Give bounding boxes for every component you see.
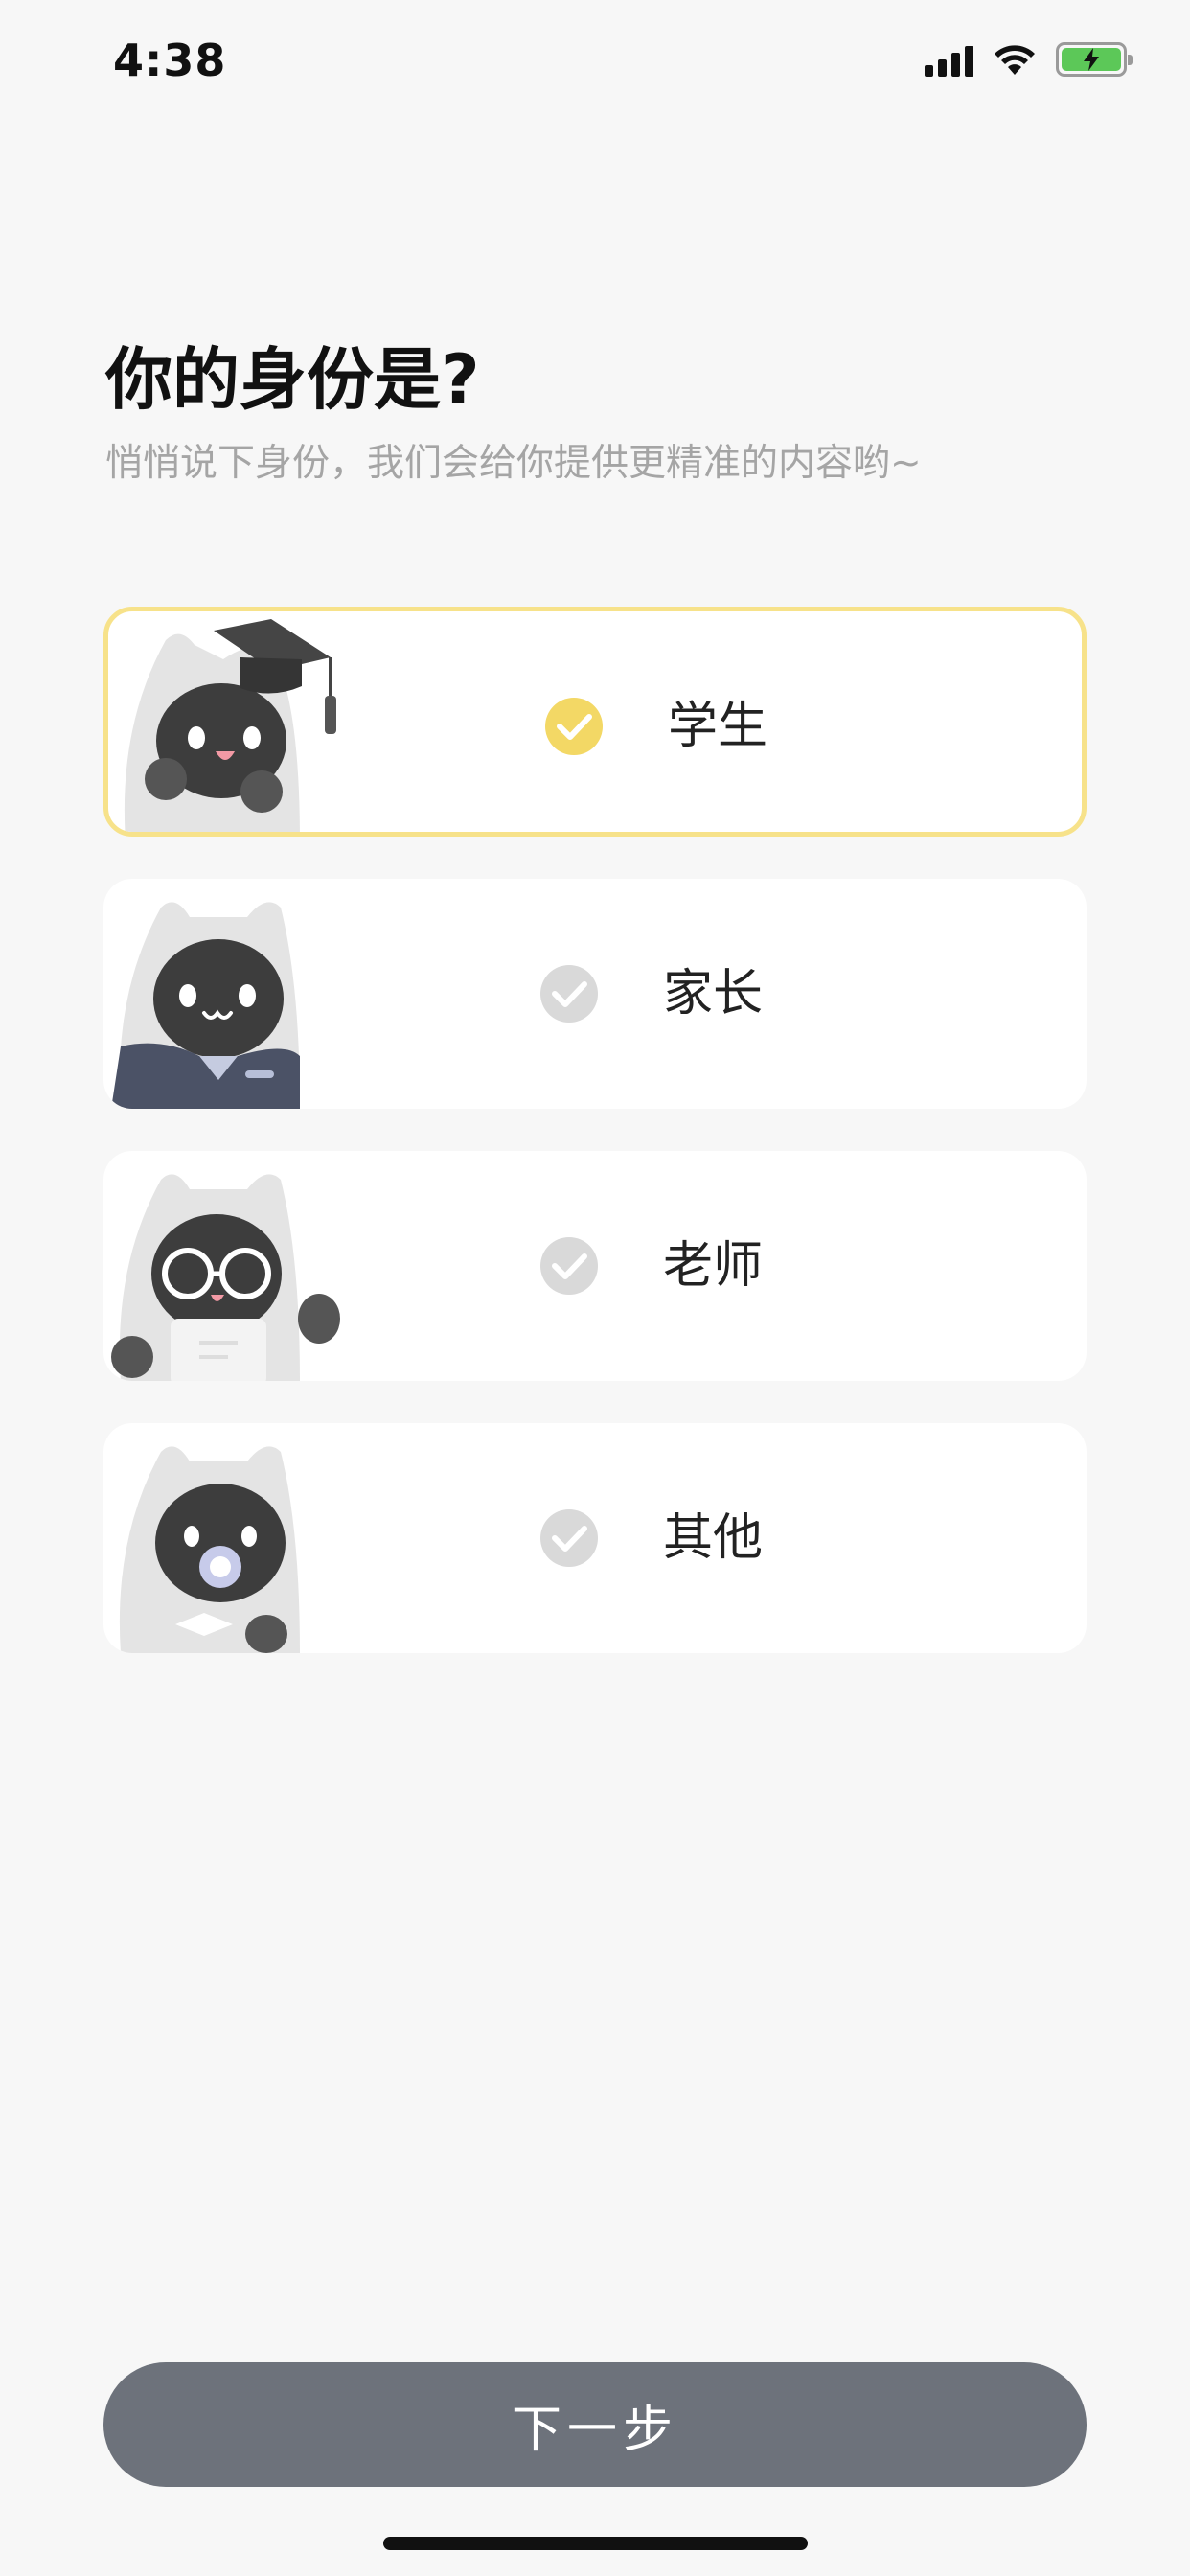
glasses-cat-illustration xyxy=(111,1174,340,1381)
identity-option-student[interactable]: 学生 xyxy=(103,607,1087,837)
check-unselected-icon xyxy=(540,1237,598,1295)
identity-option-other[interactable]: 其他 xyxy=(103,1423,1087,1653)
status-time: 4:38 xyxy=(113,34,227,86)
graduation-cat-illustration xyxy=(124,619,336,832)
option-label: 其他 xyxy=(663,1509,764,1567)
battery-charging-icon xyxy=(1056,42,1133,77)
status-bar: 4:38 xyxy=(0,0,1190,125)
option-label: 学生 xyxy=(668,698,768,755)
check-unselected-icon xyxy=(540,1509,598,1567)
signal-icon xyxy=(925,42,973,77)
option-label: 老师 xyxy=(663,1237,764,1295)
page-title: 你的身份是? xyxy=(105,340,480,419)
pacifier-cat-illustration xyxy=(119,1446,301,1653)
identity-option-teacher[interactable]: 老师 xyxy=(103,1151,1087,1381)
wifi-icon xyxy=(995,45,1035,75)
page-subtitle: 悄悄说下身份，我们会给你提供更精准的内容哟~ xyxy=(105,442,922,485)
option-label: 家长 xyxy=(663,965,764,1023)
next-button[interactable]: 下一步 xyxy=(103,2362,1087,2487)
identity-option-parent[interactable]: 家长 xyxy=(103,879,1087,1109)
status-icons xyxy=(925,42,1133,77)
check-unselected-icon xyxy=(540,965,598,1023)
suit-cat-illustration xyxy=(111,902,301,1109)
home-indicator[interactable] xyxy=(383,2537,808,2550)
check-selected-icon xyxy=(545,698,603,755)
